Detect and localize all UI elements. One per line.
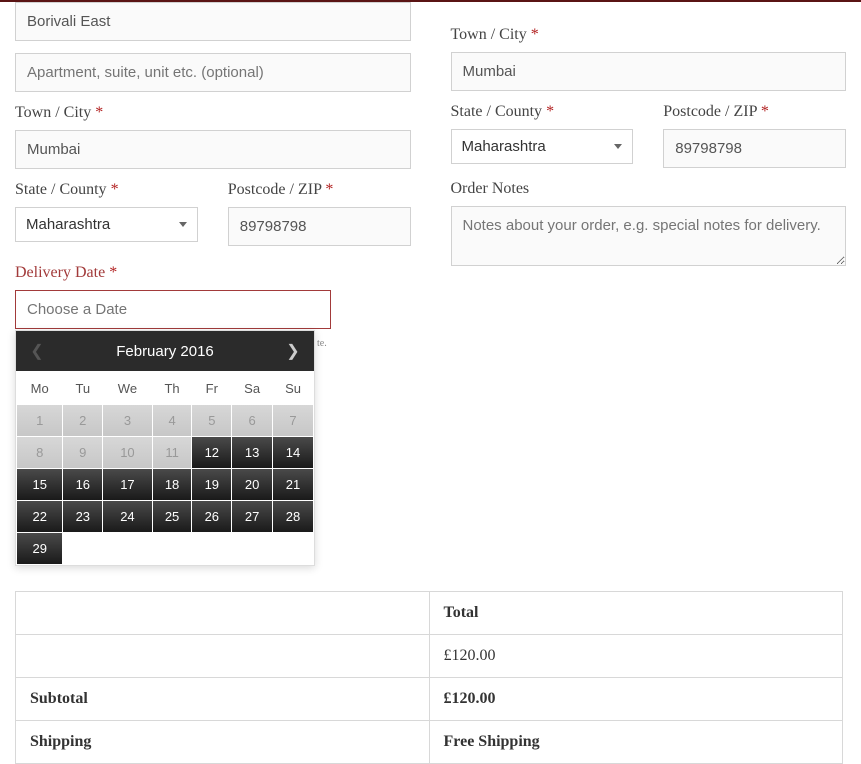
calendar-day[interactable]: 12	[192, 437, 231, 468]
calendar-day[interactable]: 23	[63, 501, 102, 532]
calendar-day[interactable]: 24	[103, 501, 152, 532]
calendar-day[interactable]: 27	[232, 501, 272, 532]
order-shipping-label: Shipping	[16, 721, 430, 764]
calendar-day[interactable]: 19	[192, 469, 231, 500]
order-total-header: Total	[429, 592, 843, 635]
datepicker-popup: ❮ February 2016 ❯ MoTuWeThFrSaSu 1234567…	[15, 330, 315, 566]
calendar-day: 5	[192, 405, 231, 436]
prev-month-icon: ❮	[28, 341, 46, 361]
calendar-day[interactable]: 28	[273, 501, 313, 532]
calendar-day: 1	[17, 405, 62, 436]
weekday-header: We	[103, 371, 153, 405]
calendar-day[interactable]: 25	[153, 501, 192, 532]
shipping-state-select[interactable]: Maharashtra	[451, 129, 634, 164]
shipping-city-label: Town / City *	[451, 26, 847, 44]
calendar-day[interactable]: 13	[232, 437, 272, 468]
next-month-icon[interactable]: ❯	[284, 341, 302, 361]
shipping-city-input[interactable]	[451, 52, 847, 91]
calendar-day: 8	[17, 437, 62, 468]
billing-postcode-label: Postcode / ZIP *	[228, 181, 411, 199]
calendar-day: 7	[273, 405, 313, 436]
chevron-down-icon	[179, 222, 187, 227]
calendar-day[interactable]: 21	[273, 469, 313, 500]
weekday-header: Th	[152, 371, 192, 405]
order-summary-table: Total £120.00 Subtotal £120.00 Shipping …	[15, 591, 843, 764]
shipping-postcode-label: Postcode / ZIP *	[663, 103, 846, 121]
calendar-day: 10	[103, 437, 152, 468]
calendar-day[interactable]: 16	[63, 469, 102, 500]
shipping-state-value: Maharashtra	[462, 138, 546, 155]
billing-address1-input[interactable]	[15, 2, 411, 41]
billing-postcode-input[interactable]	[228, 207, 411, 246]
calendar-day: 2	[63, 405, 102, 436]
calendar-day	[103, 533, 152, 564]
delivery-hint: te.	[317, 338, 327, 349]
calendar-day[interactable]: 20	[232, 469, 272, 500]
calendar-day[interactable]: 18	[153, 469, 192, 500]
weekday-header: Fr	[192, 371, 232, 405]
chevron-down-icon	[614, 144, 622, 149]
calendar-day[interactable]: 29	[17, 533, 62, 564]
order-notes-textarea[interactable]	[451, 206, 847, 266]
order-notes-label: Order Notes	[451, 180, 847, 198]
billing-state-value: Maharashtra	[26, 216, 110, 233]
shipping-state-label: State / County *	[451, 103, 634, 121]
calendar-day	[153, 533, 192, 564]
calendar-day	[232, 533, 272, 564]
billing-city-label: Town / City *	[15, 104, 411, 122]
calendar-day: 6	[232, 405, 272, 436]
datepicker-table: MoTuWeThFrSaSu 1234567891011121314151617…	[16, 371, 314, 565]
shipping-postcode-input[interactable]	[663, 129, 846, 168]
calendar-day: 4	[153, 405, 192, 436]
calendar-day[interactable]: 26	[192, 501, 231, 532]
order-line-total: £120.00	[429, 635, 843, 678]
delivery-date-label: Delivery Date *	[15, 264, 411, 282]
calendar-day: 3	[103, 405, 152, 436]
calendar-day: 9	[63, 437, 102, 468]
weekday-header: Su	[273, 371, 314, 405]
calendar-day: 11	[153, 437, 192, 468]
calendar-day[interactable]: 17	[103, 469, 152, 500]
calendar-day[interactable]: 15	[17, 469, 62, 500]
billing-city-input[interactable]	[15, 130, 411, 169]
order-subtotal-value: £120.00	[429, 678, 843, 721]
calendar-day[interactable]: 22	[17, 501, 62, 532]
calendar-day[interactable]: 14	[273, 437, 313, 468]
billing-state-label: State / County *	[15, 181, 198, 199]
order-subtotal-label: Subtotal	[16, 678, 430, 721]
billing-state-select[interactable]: Maharashtra	[15, 207, 198, 242]
weekday-header: Tu	[63, 371, 103, 405]
order-shipping-value: Free Shipping	[444, 733, 540, 750]
delivery-date-input[interactable]	[15, 290, 331, 329]
weekday-header: Sa	[232, 371, 273, 405]
billing-address2-input[interactable]	[15, 53, 411, 92]
calendar-day	[63, 533, 102, 564]
calendar-day	[192, 533, 231, 564]
calendar-day	[273, 533, 313, 564]
datepicker-title: February 2016	[116, 343, 214, 360]
datepicker-header: ❮ February 2016 ❯	[16, 331, 314, 371]
weekday-header: Mo	[17, 371, 63, 405]
